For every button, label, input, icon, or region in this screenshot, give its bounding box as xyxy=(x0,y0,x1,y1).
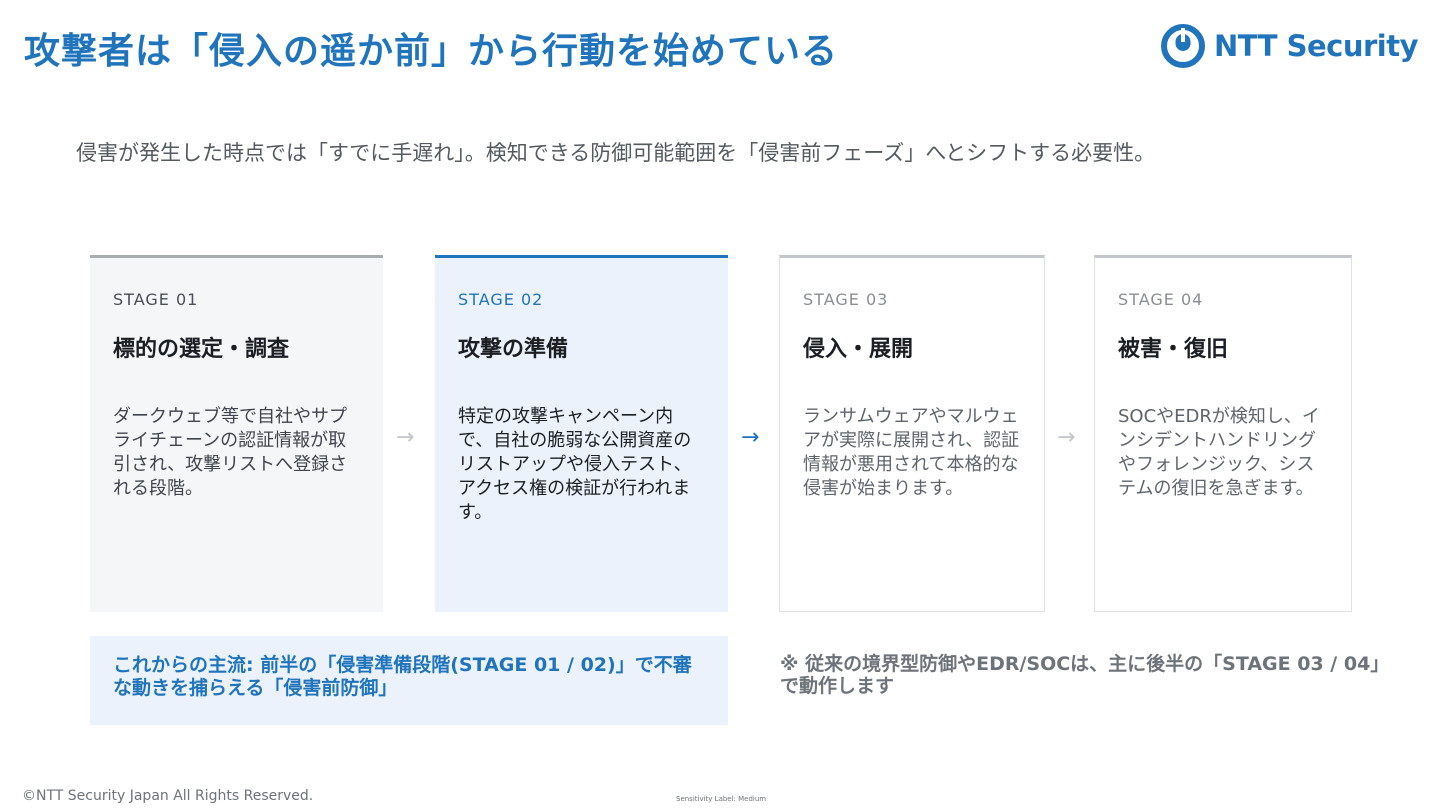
stage-label: STAGE 01 xyxy=(113,290,199,309)
stage-label: STAGE 03 xyxy=(803,290,889,309)
stage-title: 被害・復旧 xyxy=(1118,337,1229,362)
stage-card-02: STAGE 02 攻撃の準備 特定の攻撃キャンペーン内で、自社の脆弱な公開資産の… xyxy=(435,255,728,612)
stage-title: 標的の選定・調査 xyxy=(113,337,290,362)
stage-label: STAGE 04 xyxy=(1118,290,1204,309)
slide-subtitle: 侵害が発生した時点では「すでに手遅れ」。検知できる防御可能範囲を「侵害前フェーズ… xyxy=(76,141,1156,165)
stage-title: 侵入・展開 xyxy=(803,337,914,362)
stage-card-03: STAGE 03 侵入・展開 ランサムウェアやマルウェアが実際に展開され、認証情… xyxy=(779,255,1045,612)
arrow-right-icon: → xyxy=(1057,425,1076,450)
logo-text: NTT Security xyxy=(1214,29,1419,63)
stage-description: ランサムウェアやマルウェアが実際に展開され、認証情報が悪用されて本格的な侵害が始… xyxy=(803,406,1020,499)
ntt-logo-mark-icon xyxy=(1161,24,1205,68)
stage-label: STAGE 02 xyxy=(458,290,544,309)
slide: 攻撃者は「侵入の遥か前」から行動を始めている NTT Security 侵害が発… xyxy=(0,0,1440,810)
arrow-right-icon: → xyxy=(396,425,415,450)
copyright-text: ©NTT Security Japan All Rights Reserved. xyxy=(22,788,314,804)
legacy-defense-note: ※ 従来の境界型防御やEDR/SOCは、主に後半の「STAGE 03 / 04」… xyxy=(780,653,1380,697)
arrow-right-icon: → xyxy=(741,425,760,450)
slide-title: 攻撃者は「侵入の遥か前」から行動を始めている xyxy=(24,31,839,72)
sensitivity-label: Sensitivity Label: Medium xyxy=(676,795,767,803)
stage-card-04: STAGE 04 被害・復旧 SOCやEDRが検知し、インシデントハンドリングや… xyxy=(1094,255,1352,612)
stage-title: 攻撃の準備 xyxy=(458,337,569,362)
stage-card-01: STAGE 01 標的の選定・調査 ダークウェブ等で自社やサプライチェーンの認証… xyxy=(90,255,383,612)
pre-breach-callout: これからの主流: 前半の「侵害準備段階(STAGE 01 / 02)」で不審な動… xyxy=(90,636,728,725)
stage-description: 特定の攻撃キャンペーン内で、自社の脆弱な公開資産のリストアップや侵入テスト、アク… xyxy=(458,406,692,523)
ntt-security-logo: NTT Security xyxy=(1160,22,1419,70)
stage-description: ダークウェブ等で自社やサプライチェーンの認証情報が取引され、攻撃リストへ登録され… xyxy=(113,406,348,499)
stage-description: SOCやEDRが検知し、インシデントハンドリングやフォレンジック、システムの復旧… xyxy=(1118,406,1320,499)
